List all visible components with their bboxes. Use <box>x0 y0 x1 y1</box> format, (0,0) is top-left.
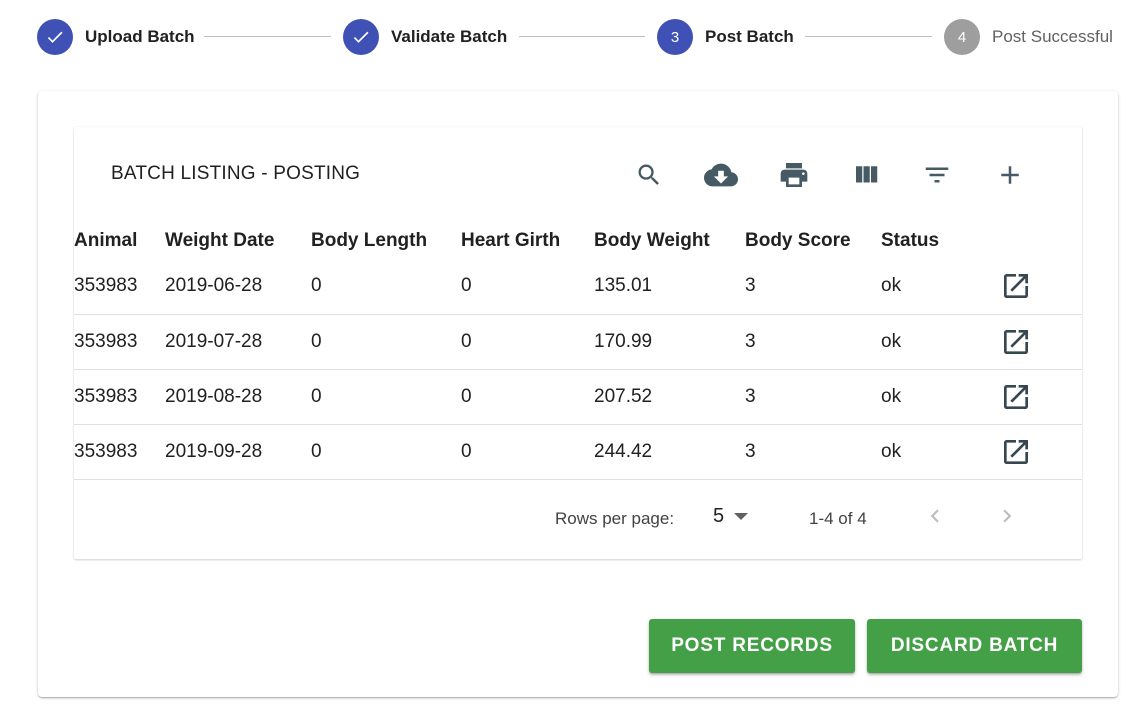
column-header-heart-girth[interactable]: Heart Girth <box>461 223 594 259</box>
step-label: Validate Batch <box>391 27 508 46</box>
batch-listing-table-panel: BATCH LISTING - POSTING Animal Weight Da… <box>74 127 1082 559</box>
step-connector <box>204 36 331 37</box>
column-header-weight-date[interactable]: Weight Date <box>165 223 311 259</box>
print-icon[interactable] <box>776 157 812 193</box>
cell-heart-girth: 0 <box>461 259 594 315</box>
rows-per-page-label: Rows per page: <box>555 509 675 528</box>
step-label: Upload Batch <box>85 27 195 46</box>
cell-animal: 353983 <box>74 424 165 480</box>
cell-body-weight: 244.42 <box>594 424 745 480</box>
open-in-new-icon[interactable] <box>998 434 1034 470</box>
cell-animal: 353983 <box>74 314 165 370</box>
check-icon <box>343 19 379 55</box>
next-page-button[interactable] <box>992 501 1022 531</box>
table-row: 353983 2019-08-28 0 0 207.52 3 ok <box>74 369 1082 425</box>
batch-table: Animal Weight Date Body Length Heart Gir… <box>74 223 1082 480</box>
cell-weight-date: 2019-07-28 <box>165 314 311 370</box>
chevron-left-icon <box>930 509 939 523</box>
pagination: Rows per page: 5 1-4 of 4 <box>74 499 1082 535</box>
cell-status: ok <box>881 259 986 315</box>
step-post-successful: 4 Post Successful <box>944 19 1113 55</box>
rows-per-page-select[interactable]: 5 <box>713 505 749 528</box>
cell-action <box>986 259 1082 315</box>
cell-animal: 353983 <box>74 369 165 425</box>
stepper: Upload Batch Validate Batch 3 Post Batch… <box>0 0 1135 74</box>
open-in-new-icon[interactable] <box>998 268 1034 304</box>
step-connector <box>519 36 645 37</box>
chevron-right-icon <box>1003 509 1012 523</box>
table-row: 353983 2019-06-28 0 0 135.01 3 ok <box>74 259 1082 315</box>
table-header-row: Animal Weight Date Body Length Heart Gir… <box>74 223 1082 259</box>
cell-weight-date: 2019-09-28 <box>165 424 311 480</box>
cell-body-length: 0 <box>311 424 461 480</box>
cell-heart-girth: 0 <box>461 424 594 480</box>
view-columns-icon[interactable] <box>848 157 884 193</box>
open-in-new-icon[interactable] <box>998 324 1034 360</box>
step-number: 4 <box>944 19 980 55</box>
cell-body-weight: 207.52 <box>594 369 745 425</box>
cell-weight-date: 2019-08-28 <box>165 369 311 425</box>
cell-heart-girth: 0 <box>461 314 594 370</box>
cell-body-score: 3 <box>745 314 881 370</box>
column-header-status[interactable]: Status <box>881 223 986 259</box>
cell-action <box>986 314 1082 370</box>
cell-body-weight: 135.01 <box>594 259 745 315</box>
step-label: Post Successful <box>992 27 1113 46</box>
step-post-batch: 3 Post Batch <box>657 19 794 55</box>
cell-action <box>986 369 1082 425</box>
cell-heart-girth: 0 <box>461 369 594 425</box>
step-number: 3 <box>657 19 693 55</box>
step-validate-batch: Validate Batch <box>343 19 507 55</box>
search-icon[interactable] <box>631 157 667 193</box>
step-upload-batch: Upload Batch <box>37 19 195 55</box>
table-row: 353983 2019-07-28 0 0 170.99 3 ok <box>74 314 1082 370</box>
rows-per-page-value: 5 <box>713 505 725 527</box>
cell-action <box>986 424 1082 480</box>
cell-status: ok <box>881 314 986 370</box>
step-label: Post Batch <box>705 27 794 46</box>
column-header-actions <box>986 223 1082 259</box>
cell-animal: 353983 <box>74 259 165 315</box>
step-connector <box>805 36 932 37</box>
cloud-download-icon[interactable] <box>703 157 739 193</box>
column-header-body-length[interactable]: Body Length <box>311 223 461 259</box>
cell-status: ok <box>881 369 986 425</box>
add-icon[interactable] <box>992 157 1028 193</box>
column-header-body-score[interactable]: Body Score <box>745 223 881 259</box>
cell-body-score: 3 <box>745 424 881 480</box>
table-title: BATCH LISTING - POSTING <box>111 163 361 184</box>
cell-body-score: 3 <box>745 259 881 315</box>
column-header-animal[interactable]: Animal <box>74 223 165 259</box>
table-row: 353983 2019-09-28 0 0 244.42 3 ok <box>74 424 1082 480</box>
column-header-body-weight[interactable]: Body Weight <box>594 223 745 259</box>
open-in-new-icon[interactable] <box>998 379 1034 415</box>
arrow-drop-down-icon <box>734 513 749 520</box>
cell-weight-date: 2019-06-28 <box>165 259 311 315</box>
previous-page-button[interactable] <box>920 501 950 531</box>
cell-body-length: 0 <box>311 259 461 315</box>
cell-body-weight: 170.99 <box>594 314 745 370</box>
filter-list-icon[interactable] <box>919 157 955 193</box>
discard-batch-button[interactable]: DISCARD BATCH <box>867 619 1082 673</box>
cell-body-length: 0 <box>311 369 461 425</box>
post-batch-card: BATCH LISTING - POSTING Animal Weight Da… <box>38 91 1118 697</box>
cell-body-length: 0 <box>311 314 461 370</box>
cell-status: ok <box>881 424 986 480</box>
check-icon <box>37 19 73 55</box>
post-records-button[interactable]: POST RECORDS <box>649 619 855 673</box>
pagination-range: 1-4 of 4 <box>809 509 867 528</box>
cell-body-score: 3 <box>745 369 881 425</box>
